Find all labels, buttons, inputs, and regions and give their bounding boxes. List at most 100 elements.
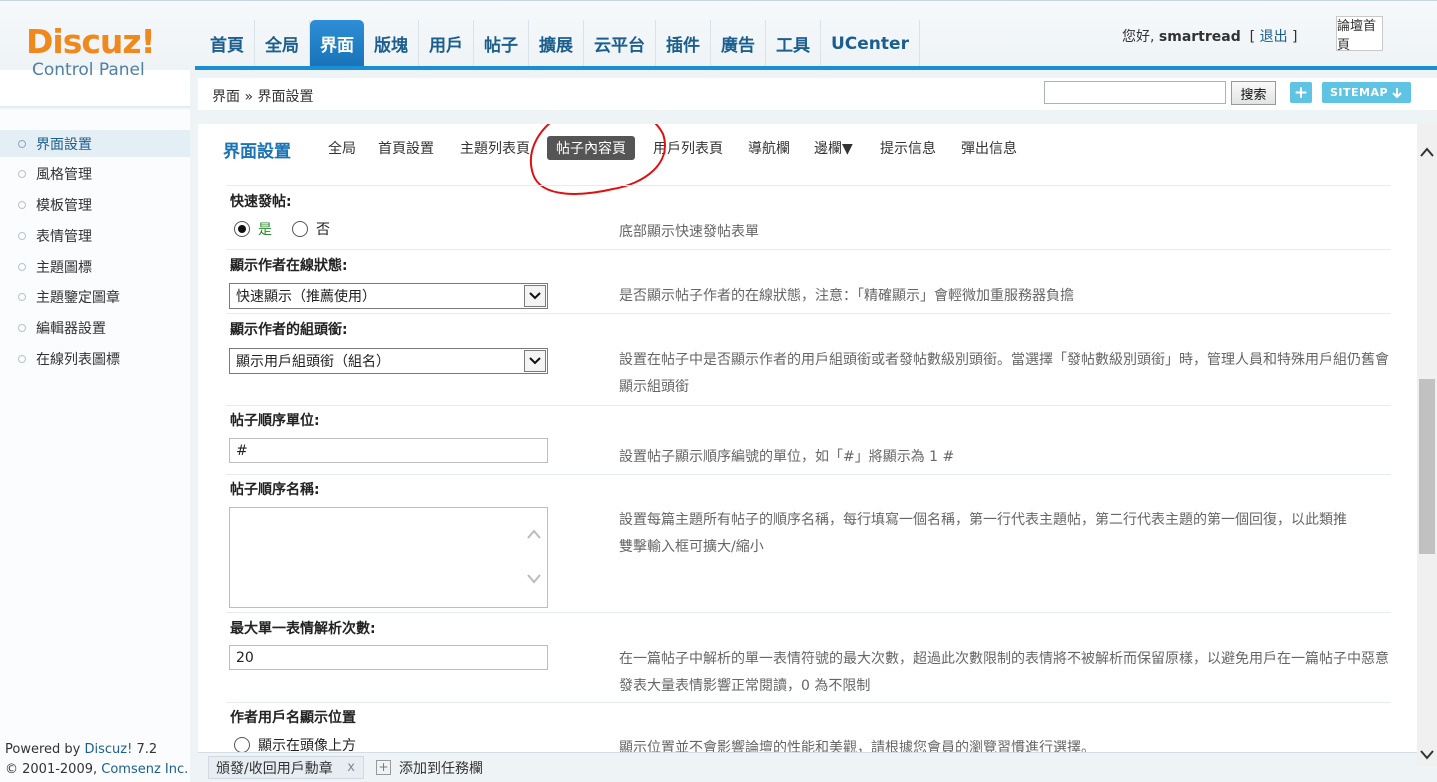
bullet-icon	[18, 170, 26, 179]
sidebar-item-label: 模板管理	[36, 198, 92, 215]
discuz-logo[interactable]: Discuz! Control Panel	[26, 22, 176, 81]
scroll-down-icon[interactable]	[1419, 749, 1435, 761]
smiley-max-label: 最大單一表情解析次數:	[230, 621, 376, 637]
sidebar-item-online-icons[interactable]: 在線列表圖標	[0, 346, 190, 373]
version-text: 7.2	[136, 742, 158, 757]
sidebar-item-thread-icons[interactable]: 主題圖標	[0, 253, 190, 280]
nav-tab-extensions[interactable]: 擴展	[529, 20, 584, 67]
quick-post-label: 快速發帖:	[230, 194, 292, 210]
logo-brand: Discuz!	[26, 22, 156, 61]
scrollbar-thumb[interactable]	[1419, 379, 1435, 554]
post-names-desc: 設置每篇主題所有帖子的順序名稱，每行填寫一個名稱，第一行代表主題帖，第二行代表主…	[619, 507, 1389, 561]
radio-unchecked-icon	[292, 221, 308, 237]
task-item-label: 頒發/收回用戶勳章	[216, 760, 333, 777]
annotation-circle	[530, 124, 666, 195]
sidebar-item-stamps[interactable]: 主題鑒定圖章	[0, 284, 190, 311]
smiley-max-input[interactable]: 20	[229, 645, 548, 670]
username: smartread	[1158, 29, 1241, 45]
sidebar-item-templates[interactable]: 模板管理	[0, 192, 190, 219]
add-to-taskbar-button[interactable]: + 添加到任務欄	[376, 756, 483, 779]
task-item[interactable]: 頒發/收回用戶勳章 x	[208, 756, 364, 779]
scroll-up-icon[interactable]	[527, 528, 541, 540]
nav-tab-users[interactable]: 用戶	[419, 20, 474, 67]
post-names-textarea[interactable]	[229, 507, 548, 608]
select-value: 快速顯示（推薦使用）	[236, 289, 376, 305]
discuz-link[interactable]: Discuz!	[85, 742, 133, 757]
sidebar-item-interface-settings[interactable]: 界面設置	[0, 130, 190, 157]
nav-tab-plugins[interactable]: 插件	[656, 20, 711, 67]
online-status-desc: 是否顯示帖子作者的在線狀態，注意：「精確顯示」會輕微加重服務器負擔	[619, 288, 1074, 304]
chevron-down-icon	[524, 350, 546, 372]
bullet-icon	[18, 355, 26, 364]
vertical-scrollbar[interactable]	[1417, 124, 1437, 766]
close-icon[interactable]: x	[347, 760, 355, 775]
subtab-thread-list[interactable]: 主題列表頁	[460, 136, 530, 160]
powered-by-text: Powered by	[5, 742, 81, 757]
subtab-navbar[interactable]: 導航欄	[748, 136, 790, 160]
online-status-select[interactable]: 快速顯示（推薦使用）	[229, 283, 548, 309]
sitemap-button[interactable]: SITEMAP	[1322, 82, 1411, 103]
search-button[interactable]: 搜索	[1231, 81, 1276, 105]
sidebar-item-label: 主題鑒定圖章	[36, 290, 120, 307]
sidebar-item-editor[interactable]: 編輯器設置	[0, 315, 190, 342]
quick-post-no-radio[interactable]: 否	[292, 219, 330, 239]
group-title-select[interactable]: 顯示用戶組頭銜（組名）	[229, 348, 548, 374]
subtab-popups[interactable]: 彈出信息	[961, 136, 1017, 160]
sidebar-item-label: 表情管理	[36, 228, 92, 245]
add-to-taskbar-label: 添加到任務欄	[399, 760, 483, 777]
scroll-up-icon[interactable]	[1419, 146, 1435, 158]
post-unit-input[interactable]: #	[229, 438, 548, 463]
sidebar-item-styles[interactable]: 風格管理	[0, 161, 190, 188]
online-status-label: 顯示作者在線狀態:	[230, 258, 348, 274]
nav-tab-ucenter[interactable]: UCenter	[821, 20, 920, 67]
subtab-sidebar[interactable]: 邊欄▼	[814, 136, 853, 160]
copyright-line-2: © 2001-2009, Comsenz Inc.	[5, 760, 188, 780]
divider	[226, 313, 1391, 314]
bullet-icon	[18, 231, 26, 240]
bullet-icon	[18, 139, 26, 148]
page-title: 界面設置	[223, 142, 291, 162]
sidebar-item-label: 在線列表圖標	[36, 352, 120, 369]
sidebar-shadow	[0, 106, 190, 110]
forum-home-button[interactable]: 論壇首頁	[1336, 16, 1383, 53]
copyright-years: © 2001-2009,	[5, 762, 98, 777]
subtab-home[interactable]: 首頁設置	[378, 136, 434, 160]
search-input[interactable]	[1044, 81, 1226, 104]
greeting-text: 您好,	[1122, 29, 1155, 45]
quick-post-yes-radio[interactable]: 是	[234, 219, 272, 239]
arrow-down-icon	[1392, 87, 1402, 98]
subtab-messages[interactable]: 提示信息	[880, 136, 936, 160]
divider	[226, 474, 1391, 475]
logout-link[interactable]: 退出	[1260, 29, 1288, 45]
nav-tab-tools[interactable]: 工具	[766, 20, 821, 67]
divider	[226, 702, 1391, 703]
smiley-max-desc: 在一篇帖子中解析的單一表情符號的最大次數，超過此次數限制的表情將不被解析而保留原…	[619, 651, 1389, 694]
sidebar-item-label: 編輯器設置	[36, 321, 106, 338]
radio-label: 否	[316, 222, 330, 238]
nav-tab-posts[interactable]: 帖子	[474, 20, 529, 67]
main-nav: 首頁 全局 界面 版塊 用戶 帖子 擴展 云平台 插件 廣告 工具 UCente…	[200, 20, 920, 67]
divider	[226, 249, 1391, 250]
add-shortcut-button[interactable]: +	[1290, 82, 1312, 103]
scroll-down-icon[interactable]	[527, 573, 541, 585]
subtab-global[interactable]: 全局	[328, 136, 356, 160]
group-title-label: 顯示作者的組頭銜:	[230, 322, 348, 338]
sidebar-menu: 界面設置 風格管理 模板管理 表情管理 主題圖標 主題鑒定圖章 編輯器設置 在線…	[0, 130, 190, 373]
sidebar-item-smilies[interactable]: 表情管理	[0, 222, 190, 249]
nav-tab-ads[interactable]: 廣告	[711, 20, 766, 67]
comsenz-link[interactable]: Comsenz Inc.	[101, 762, 188, 777]
nav-tab-cloud[interactable]: 云平台	[584, 20, 656, 67]
chevron-down-icon	[524, 285, 546, 307]
nav-tab-global[interactable]: 全局	[255, 20, 310, 67]
radio-checked-icon	[234, 221, 250, 237]
sidebar-item-label: 主題圖標	[36, 259, 92, 276]
nav-tab-interface[interactable]: 界面	[310, 20, 364, 67]
nav-tab-home[interactable]: 首頁	[200, 20, 255, 67]
nav-tab-forums[interactable]: 版塊	[364, 20, 419, 67]
copyright: Powered by Discuz! 7.2 © 2001-2009, Coms…	[5, 740, 188, 780]
group-title-desc: 設置在帖子中是否顯示作者的用戶組頭銜或者發帖數級別頭銜。當選擇「發帖數級別頭銜」…	[619, 352, 1389, 395]
sidebar-item-label: 界面設置	[36, 136, 92, 153]
logout-bracket-close: ]	[1292, 29, 1298, 45]
sidebar-item-label: 風格管理	[36, 167, 92, 184]
user-greeting: 您好, smartread [ 退出 ]	[1122, 26, 1298, 46]
